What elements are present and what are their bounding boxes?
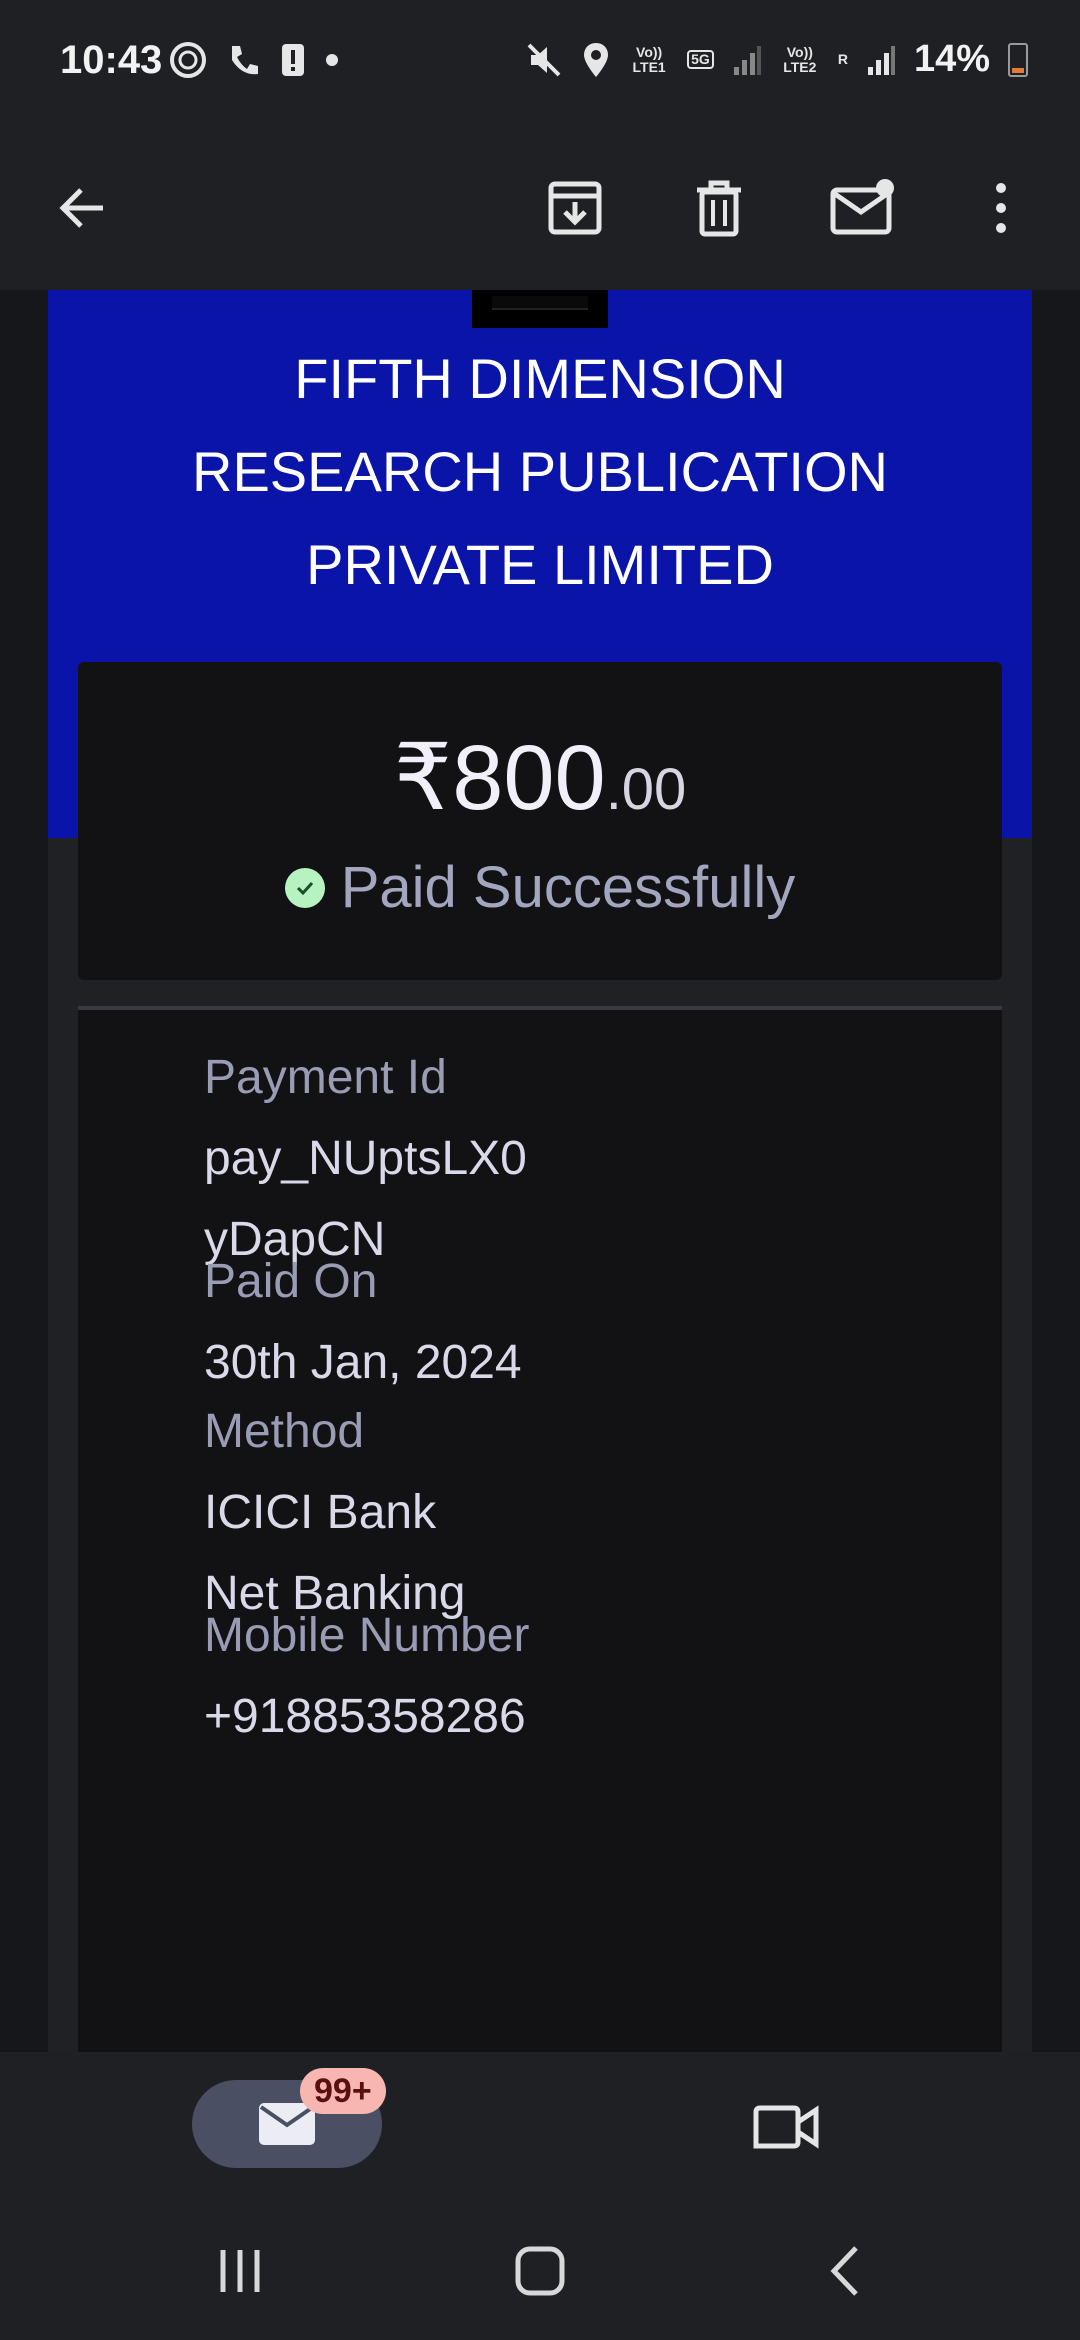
email-toolbar	[0, 125, 1080, 290]
amount-decimals: .00	[605, 757, 687, 822]
system-navigation	[0, 2202, 1080, 2340]
field-label: Method	[204, 1405, 365, 1458]
nfc-icon	[170, 42, 206, 78]
field-label: Paid On	[204, 1255, 378, 1308]
more-options-button[interactable]	[958, 165, 1044, 251]
recents-icon	[220, 2250, 260, 2292]
location-icon	[584, 42, 609, 77]
mark-unread-button[interactable]	[820, 165, 906, 251]
mute-icon	[527, 43, 561, 76]
delete-button[interactable]	[676, 165, 762, 251]
home-icon	[515, 2246, 565, 2296]
clock: 10:43	[60, 38, 163, 82]
status-text: Paid Successfully	[340, 855, 796, 920]
archive-icon	[548, 181, 602, 235]
call-sim-icon	[232, 46, 258, 75]
field-value: ICICI Bank	[204, 1486, 437, 1539]
field-value: pay_NUptsLX0	[204, 1132, 527, 1185]
email-body[interactable]: FIFTH DIMENSION RESEARCH PUBLICATION PRI…	[0, 290, 1080, 2052]
merchant-logo	[472, 290, 608, 328]
check-circle-icon	[284, 867, 325, 908]
merchant-name: FIFTH DIMENSION RESEARCH PUBLICATION PRI…	[48, 332, 1032, 611]
meet-tab[interactable]	[752, 2098, 832, 2156]
network-lte2: Vo)) LTE2	[783, 43, 817, 75]
signal-icon-2	[867, 45, 895, 75]
system-back-button[interactable]	[804, 2236, 884, 2306]
system-indicators: Vo)) LTE1 5G Vo)) LTE2 R 14%	[525, 38, 1028, 81]
payment-amount: ₹800.00	[78, 724, 1002, 831]
field-label: Mobile Number	[204, 1609, 530, 1662]
field-value: 30th Jan, 2024	[204, 1336, 522, 1389]
mail-unread-icon	[830, 179, 894, 235]
battery-percent: 14%	[913, 38, 990, 80]
back-button[interactable]	[40, 165, 126, 251]
merchant-name-line: FIFTH DIMENSION	[294, 347, 786, 410]
more-vert-icon	[996, 183, 1006, 233]
trash-icon	[697, 180, 741, 237]
bottom-navigation: 99+	[0, 2052, 1080, 2202]
field-value[interactable]: +91885358286	[204, 1676, 529, 1757]
dot-icon	[326, 54, 338, 66]
network-lte1: Vo)) LTE1	[632, 43, 666, 75]
merchant-name-line: RESEARCH PUBLICATION	[192, 440, 888, 503]
payment-status: Paid Successfully	[78, 854, 1002, 921]
field-mobile-number: Mobile Number +91885358286	[204, 1596, 529, 1757]
status-bar: 10:43 Vo)) LTE1 5G Vo)) LTE2 R 14%	[0, 0, 1080, 125]
battery-icon	[1008, 42, 1028, 77]
recents-button[interactable]	[200, 2236, 280, 2306]
video-camera-icon	[753, 2105, 819, 2149]
payment-details: Payment Id pay_NUptsLX0 yDapCN Paid On 3…	[78, 1006, 1002, 2052]
archive-button[interactable]	[532, 165, 618, 251]
network-5g: 5G	[687, 50, 714, 69]
amount-card: ₹800.00 Paid Successfully	[78, 662, 1002, 980]
arrow-left-icon	[59, 188, 103, 228]
back-chevron-icon	[830, 2246, 858, 2296]
unread-count-badge: 99+	[300, 2068, 386, 2114]
field-paid-on: Paid On 30th Jan, 2024	[204, 1242, 522, 1403]
field-label: Payment Id	[204, 1051, 447, 1104]
home-button[interactable]	[500, 2236, 580, 2306]
notification-icons	[168, 40, 342, 80]
merchant-name-line: PRIVATE LIMITED	[306, 533, 774, 596]
amount-main: ₹800	[393, 727, 606, 829]
alert-icon	[282, 44, 304, 76]
signal-icon-1	[733, 45, 761, 75]
roaming-indicator: R	[837, 51, 848, 67]
